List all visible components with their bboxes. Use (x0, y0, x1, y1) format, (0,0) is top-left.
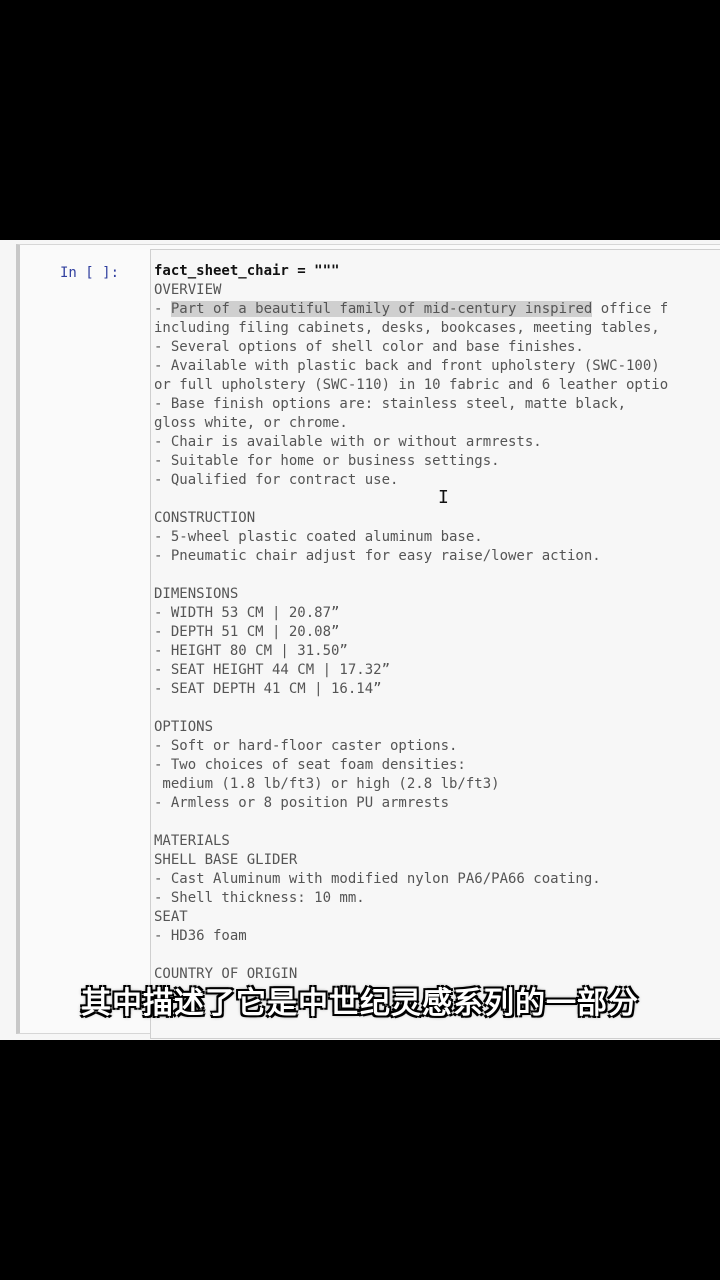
code-line[interactable]: - HEIGHT 80 CM | 31.50” (154, 642, 668, 661)
code-line[interactable] (154, 946, 668, 965)
code-line[interactable] (154, 490, 668, 509)
code-line[interactable]: - Cast Aluminum with modified nylon PA6/… (154, 870, 668, 889)
code-line[interactable]: - Qualified for contract use. (154, 471, 668, 490)
code-line[interactable]: - Suitable for home or business settings… (154, 452, 668, 471)
text-cursor-icon: I (438, 487, 449, 508)
code-line[interactable]: or full upholstery (SWC-110) in 10 fabri… (154, 376, 668, 395)
code-line[interactable]: SHELL BASE GLIDER (154, 851, 668, 870)
code-line[interactable]: including filing cabinets, desks, bookca… (154, 319, 668, 338)
code-line[interactable]: - Two choices of seat foam densities: (154, 756, 668, 775)
code-line[interactable]: - Chair is available with or without arm… (154, 433, 668, 452)
code-line[interactable]: MATERIALS (154, 832, 668, 851)
code-line[interactable]: OVERVIEW (154, 281, 668, 300)
cell-prompt: In [ ]: (60, 265, 120, 281)
code-line[interactable]: - 5-wheel plastic coated aluminum base. (154, 528, 668, 547)
code-line[interactable]: - SEAT DEPTH 41 CM | 16.14” (154, 680, 668, 699)
selected-text: Part of a beautiful family of mid-centur… (170, 301, 593, 317)
code-line[interactable]: - Part of a beautiful family of mid-cent… (154, 300, 668, 319)
code-line[interactable] (154, 566, 668, 585)
video-subtitle: 其中描述了它是中世纪灵感系列的一部分 (81, 986, 639, 1021)
code-line[interactable]: fact_sheet_chair = """ (154, 262, 668, 281)
code-line[interactable]: - WIDTH 53 CM | 20.87” (154, 604, 668, 623)
code-line[interactable]: SEAT (154, 908, 668, 927)
code-text[interactable]: fact_sheet_chair = """ OVERVIEW - Part of … (154, 262, 668, 984)
code-line[interactable] (154, 699, 668, 718)
code-line[interactable]: - SEAT HEIGHT 44 CM | 17.32” (154, 661, 668, 680)
code-line[interactable]: - HD36 foam (154, 927, 668, 946)
code-line[interactable]: OPTIONS (154, 718, 668, 737)
code-line[interactable] (154, 813, 668, 832)
code-line[interactable]: - Soft or hard-floor caster options. (154, 737, 668, 756)
code-line[interactable]: gloss white, or chrome. (154, 414, 668, 433)
code-line[interactable]: - Armless or 8 position PU armrests (154, 794, 668, 813)
code-editor[interactable]: fact_sheet_chair = """ OVERVIEW - Part of … (150, 249, 720, 1039)
code-line[interactable]: - DEPTH 51 CM | 20.08” (154, 623, 668, 642)
code-line[interactable]: CONSTRUCTION (154, 509, 668, 528)
code-cell[interactable]: In [ ]: fact_sheet_chair = """ OVERVIEW - … (16, 244, 720, 1039)
code-line[interactable]: DIMENSIONS (154, 585, 668, 604)
notebook-viewport: In [ ]: fact_sheet_chair = """ OVERVIEW - … (0, 240, 720, 1040)
code-line[interactable]: - Shell thickness: 10 mm. (154, 889, 668, 908)
code-line[interactable]: - Available with plastic back and front … (154, 357, 668, 376)
code-line[interactable]: medium (1.8 lb/ft3) or high (2.8 lb/ft3) (154, 775, 668, 794)
code-line[interactable]: - Base finish options are: stainless ste… (154, 395, 668, 414)
code-line[interactable]: - Pneumatic chair adjust for easy raise/… (154, 547, 668, 566)
code-line[interactable]: - Several options of shell color and bas… (154, 338, 668, 357)
